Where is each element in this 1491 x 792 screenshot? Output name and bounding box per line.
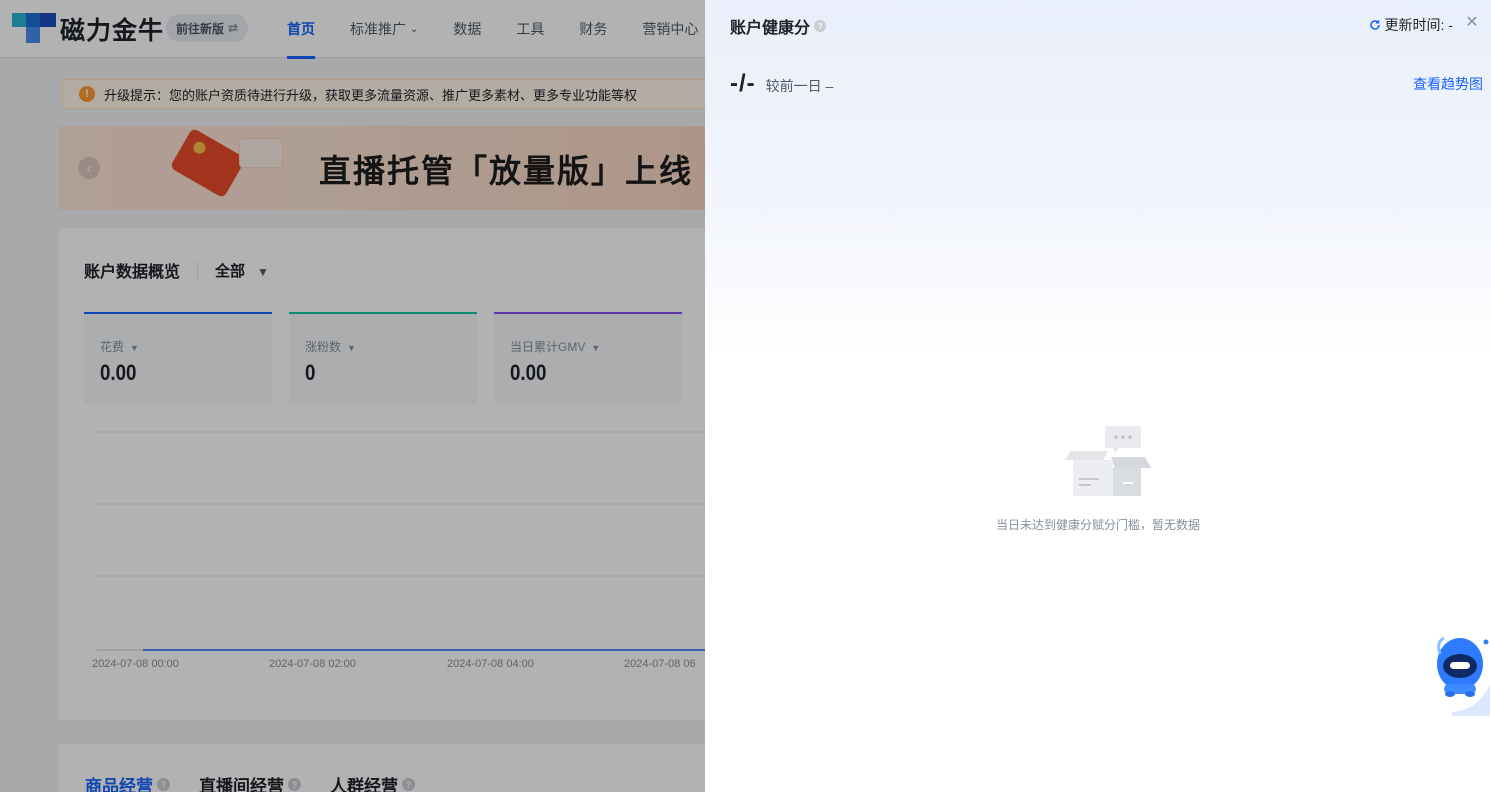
close-icon[interactable]: ✕ xyxy=(1464,13,1480,31)
refresh-icon[interactable] xyxy=(1369,19,1381,31)
assistant-robot-icon[interactable] xyxy=(1430,632,1490,716)
empty-box-icon xyxy=(1065,426,1151,496)
help-icon[interactable]: ? xyxy=(814,20,827,32)
update-time[interactable]: 更新时间: - xyxy=(1369,15,1453,35)
health-score-drawer: 账户健康分 ? 更新时间: - ✕ -/- 较前一日 – 查看趋势图 当日未达到… xyxy=(705,0,1491,792)
drawer-title: 账户健康分 ? xyxy=(730,14,827,38)
drawer-title-text: 账户健康分 xyxy=(730,20,811,37)
score-value: -/- xyxy=(730,70,756,97)
view-trend-link[interactable]: 查看趋势图 xyxy=(1413,74,1483,94)
score-compare: 较前一日 – xyxy=(765,78,834,94)
empty-state-text: 当日未达到健康分赋分门槛，暂无数据 xyxy=(995,518,1200,532)
score-summary: -/- 较前一日 – xyxy=(730,70,833,98)
update-time-text: 更新时间: - xyxy=(1384,17,1453,33)
